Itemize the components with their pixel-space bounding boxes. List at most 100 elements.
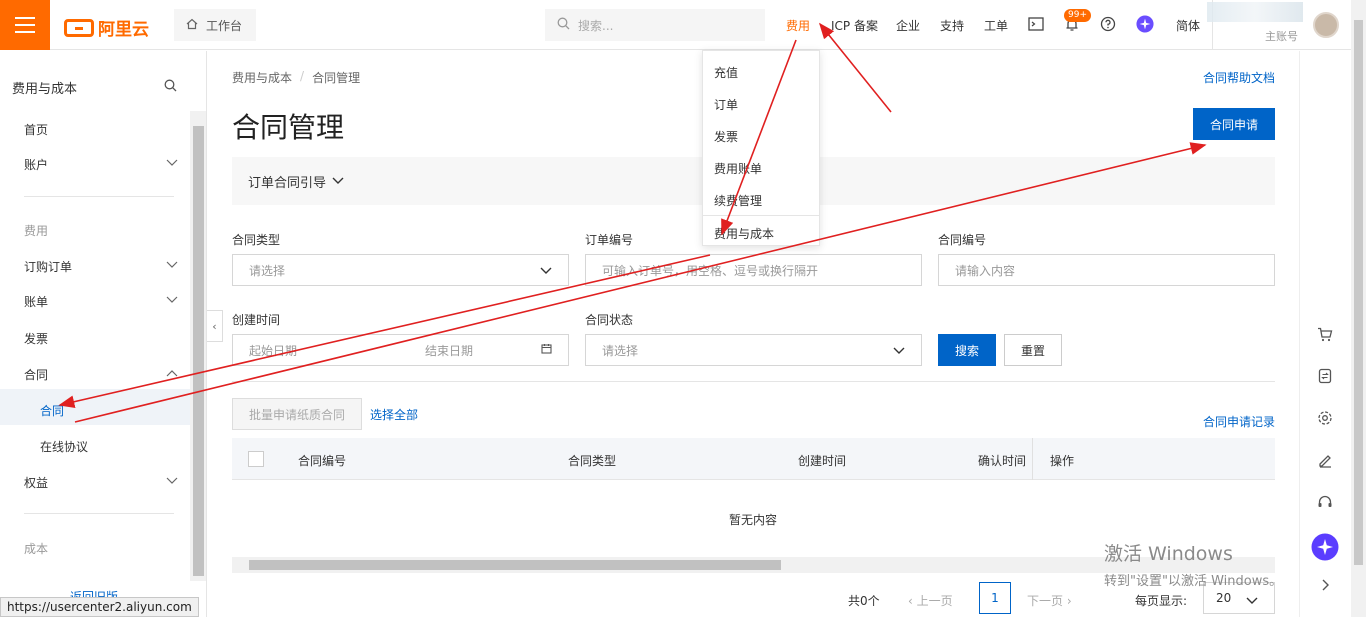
contract-no-label: 合同编号 [938,233,987,247]
sidebar-item-online-agreement[interactable]: 在线协议 [40,438,88,455]
table-header: 合同编号 合同类型 创建时间 确认时间 操作 [232,438,1275,480]
page-title: 合同管理 [232,111,345,144]
language-switch[interactable]: 简体 [1176,17,1200,34]
sidebar-item-account[interactable]: 账户 [24,156,48,173]
sidebar-item-rights[interactable]: 权益 [24,474,48,491]
table-scrollbar-thumb[interactable] [249,560,781,570]
aliyun-logo-icon [64,18,94,37]
per-page-value: 20 [1216,591,1232,605]
start-date-placeholder: 起始日期 [249,343,298,358]
contract-type-select[interactable]: 请选择 [232,254,569,286]
nav-support[interactable]: 支持 [940,17,964,34]
search-placeholder: 搜索... [578,18,614,33]
sidebar-collapse-button[interactable]: ‹ [207,310,223,342]
contract-type-placeholder: 请选择 [249,263,286,278]
help-icon[interactable] [1099,15,1117,33]
per-page-label: 每页显示: [1135,594,1188,608]
contract-type-label: 合同类型 [232,233,281,247]
sidebar-item-invoice[interactable]: 发票 [24,330,48,347]
menu-item-orders[interactable]: 订单 [714,96,738,113]
expand-rail-icon[interactable] [1315,575,1335,595]
search-button[interactable]: 搜索 [938,334,996,366]
menu-divider [703,215,819,216]
fee-dropdown-menu: 充值 订单 发票 费用账单 续费管理 费用与成本 [702,50,820,246]
avatar[interactable] [1313,12,1339,38]
pager-next-label: 下一页 [1027,594,1064,608]
contract-help-link[interactable]: 合同帮助文档 [1203,69,1275,86]
account-type-label: 主账号 [1265,30,1298,43]
chevron-down-icon [332,174,344,189]
sidebar: 费用与成本 首页 账户 费用 订购订单 账单 发票 合同 合同 在线协议 权益 … [0,51,207,617]
terminal-icon[interactable] [1027,15,1045,33]
gear-icon[interactable] [1315,408,1335,428]
chevron-up-icon [166,366,178,380]
sidebar-title: 费用与成本 [12,82,78,97]
blurred-username [1207,2,1303,22]
chevron-down-icon [166,293,178,307]
breadcrumb: 费用与成本 / 合同管理 [232,69,360,86]
column-divider [1032,438,1033,480]
created-time-label: 创建时间 [232,313,281,327]
nav-icp[interactable]: ICP 备案 [831,17,878,34]
menu-item-invoice[interactable]: 发票 [714,128,738,145]
global-search-input[interactable]: 搜索... [545,9,765,41]
workbench-button[interactable]: 工作台 [174,9,256,41]
pager-prev-button[interactable]: ‹ 上一页 [908,592,953,609]
column-created-time: 创建时间 [798,454,847,468]
pager-next-button[interactable]: 下一页 › [1027,592,1072,609]
browser-status-url: https://usercenter2.aliyun.com [0,597,199,617]
hamburger-menu-button[interactable] [0,0,50,50]
date-range-picker[interactable]: 起始日期 结束日期 [232,334,569,366]
end-date-placeholder: 结束日期 [425,343,474,358]
pager-prev-label: 上一页 [916,594,953,608]
headset-icon[interactable] [1315,492,1335,512]
nav-fee[interactable]: 费用 [786,17,810,34]
sidebar-group-cost: 成本 [24,542,49,556]
sidebar-scrollbar-thumb[interactable] [193,126,204,576]
guide-label: 订单合同引导 [248,175,327,191]
column-contract-no: 合同编号 [298,454,347,468]
home-icon [186,18,198,33]
select-all-checkbox[interactable] [248,451,264,467]
column-confirm-time: 确认时间 [978,454,1027,468]
contract-status-select[interactable]: 请选择 [585,334,922,366]
sidebar-item-orders[interactable]: 订购订单 [24,258,72,275]
ai-assistant-icon[interactable] [1136,15,1154,33]
order-no-input[interactable]: 可输入订单号，用空格、逗号或换行隔开 [585,254,922,286]
breadcrumb-separator: / [300,69,305,83]
sidebar-search-icon[interactable] [164,79,177,95]
chevron-down-icon [166,258,178,272]
order-no-placeholder: 可输入订单号，用空格、逗号或换行隔开 [602,263,819,278]
sidebar-item-contract[interactable]: 合同 [24,366,48,383]
sidebar-item-contract-sub[interactable]: 合同 [40,402,64,419]
contract-records-link[interactable]: 合同申请记录 [1203,413,1275,430]
breadcrumb-item-fee-cost[interactable]: 费用与成本 [232,69,292,86]
ai-assistant-rail-icon[interactable] [1311,533,1339,561]
menu-item-renewal[interactable]: 续费管理 [714,192,762,209]
aliyun-logo[interactable]: 阿里云 [64,15,149,40]
edit-icon[interactable] [1315,450,1335,470]
select-all-link[interactable]: 选择全部 [370,406,418,423]
menu-item-recharge[interactable]: 充值 [714,64,738,81]
menu-item-fee-cost[interactable]: 费用与成本 [714,225,774,242]
contract-apply-button[interactable]: 合同申请 [1193,108,1275,140]
sidebar-item-home[interactable]: 首页 [24,121,48,138]
nav-ticket[interactable]: 工单 [984,17,1008,34]
contract-status-placeholder: 请选择 [602,343,639,358]
sidebar-divider [24,196,174,197]
pager-page-1[interactable]: 1 [979,582,1011,614]
batch-paper-contract-button[interactable]: 批量申请纸质合同 [232,398,362,430]
contract-no-input[interactable]: 请输入内容 [938,254,1275,286]
cart-icon[interactable] [1315,324,1335,344]
nav-enterprise[interactable]: 企业 [896,17,920,34]
chevron-down-icon [166,156,178,170]
sync-icon[interactable] [1315,366,1335,386]
window-scrollbar-thumb[interactable] [1354,20,1363,565]
reset-button[interactable]: 重置 [1004,334,1062,366]
menu-item-fee-bill[interactable]: 费用账单 [714,160,762,177]
column-contract-type: 合同类型 [568,454,617,468]
sidebar-divider [24,513,174,514]
sidebar-item-bill[interactable]: 账单 [24,293,48,310]
account-menu[interactable]: 主账号 [1207,0,1366,50]
watermark-title: 激活 Windows [1104,543,1233,565]
